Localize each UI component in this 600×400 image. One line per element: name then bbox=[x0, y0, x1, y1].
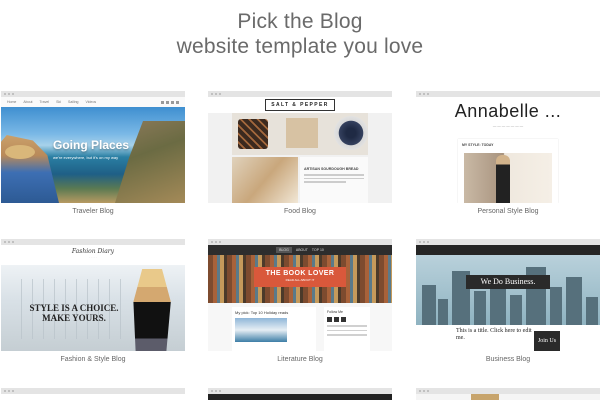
template-preview[interactable]: BLOG ABOUT TOP 10 THE BOOK LOVER READ AL… bbox=[208, 239, 392, 351]
template-preview[interactable]: We Do Business. This is a title. Click h… bbox=[416, 239, 600, 351]
post-title: This is a title. Click here to edit me. bbox=[456, 328, 532, 341]
template-card-traveler[interactable]: Home About Travel Ski Sailing Videos Goi… bbox=[1, 91, 185, 215]
template-preview[interactable]: Fashion Diary · · · · · STYLE IS A CHOIC… bbox=[1, 239, 185, 351]
hero-text: STYLE IS A CHOICE. MAKE YOURS. bbox=[29, 303, 119, 323]
hero-badge: We Do Business. bbox=[466, 275, 550, 289]
hero-subtitle: we're everywhere, but it's on my way bbox=[53, 155, 119, 160]
post-title: MY STYLE: TODAY bbox=[462, 143, 494, 147]
template-caption[interactable]: Food Blog bbox=[208, 208, 392, 215]
post-title: ARTISAN SOURDOUGH BREAD bbox=[304, 167, 359, 171]
hero-title: Going Places bbox=[53, 138, 130, 152]
template-caption[interactable]: Personal Style Blog bbox=[416, 208, 600, 215]
hero-banner: THE BOOK LOVER READ ALL ABOUT IT bbox=[254, 267, 346, 287]
hero-image bbox=[416, 255, 600, 325]
post-image bbox=[232, 157, 298, 203]
preview-tabs: BLOG ABOUT TOP 10 bbox=[208, 245, 392, 255]
blog-name: Annabelle ... bbox=[454, 101, 562, 121]
page-heading-line1: Pick the Blog bbox=[237, 10, 363, 33]
page-heading-line2: website template you love bbox=[176, 35, 424, 58]
template-card-personal-style[interactable]: Annabelle ... — — — — — — — MY STYLE: TO… bbox=[416, 91, 600, 215]
post-title: My pick: Top 10 Holiday reads bbox=[235, 310, 289, 315]
join-button: Join Us bbox=[534, 331, 560, 351]
browser-chrome bbox=[1, 388, 185, 394]
template-preview[interactable]: SALT & PEPPER ARTISAN SOURDOUGH BREAD bbox=[208, 91, 392, 203]
post-panel: ARTISAN SOURDOUGH BREAD bbox=[300, 157, 368, 203]
template-caption[interactable]: Literature Blog bbox=[208, 356, 392, 363]
template-caption[interactable]: Fashion & Style Blog bbox=[1, 356, 185, 363]
template-card-partial[interactable] bbox=[416, 388, 600, 400]
template-card-partial[interactable] bbox=[1, 388, 185, 400]
browser-chrome bbox=[416, 91, 600, 97]
preview-nav: Home About Travel Ski Sailing Videos bbox=[1, 97, 185, 107]
post-sheet: MY STYLE: TODAY bbox=[458, 139, 558, 203]
template-caption[interactable]: Business Blog bbox=[416, 356, 600, 363]
template-card-partial[interactable] bbox=[208, 388, 392, 400]
template-card-food[interactable]: SALT & PEPPER ARTISAN SOURDOUGH BREAD Fo… bbox=[208, 91, 392, 215]
blog-signature: Fashion Diary bbox=[71, 248, 115, 255]
template-card-business[interactable]: We Do Business. This is a title. Click h… bbox=[416, 239, 600, 363]
social-icons bbox=[161, 100, 185, 104]
blog-logo: SALT & PEPPER bbox=[265, 99, 335, 111]
template-card-fashion[interactable]: Fashion Diary · · · · · STYLE IS A CHOIC… bbox=[1, 239, 185, 363]
sidebar: Follow Me bbox=[324, 307, 370, 351]
template-card-literature[interactable]: BLOG ABOUT TOP 10 THE BOOK LOVER READ AL… bbox=[208, 239, 392, 363]
template-preview[interactable]: Home About Travel Ski Sailing Videos Goi… bbox=[1, 91, 185, 203]
template-preview[interactable]: Annabelle ... — — — — — — — MY STYLE: TO… bbox=[416, 91, 600, 203]
template-caption[interactable]: Traveler Blog bbox=[1, 208, 185, 215]
post-card: My pick: Top 10 Holiday reads bbox=[232, 307, 316, 351]
